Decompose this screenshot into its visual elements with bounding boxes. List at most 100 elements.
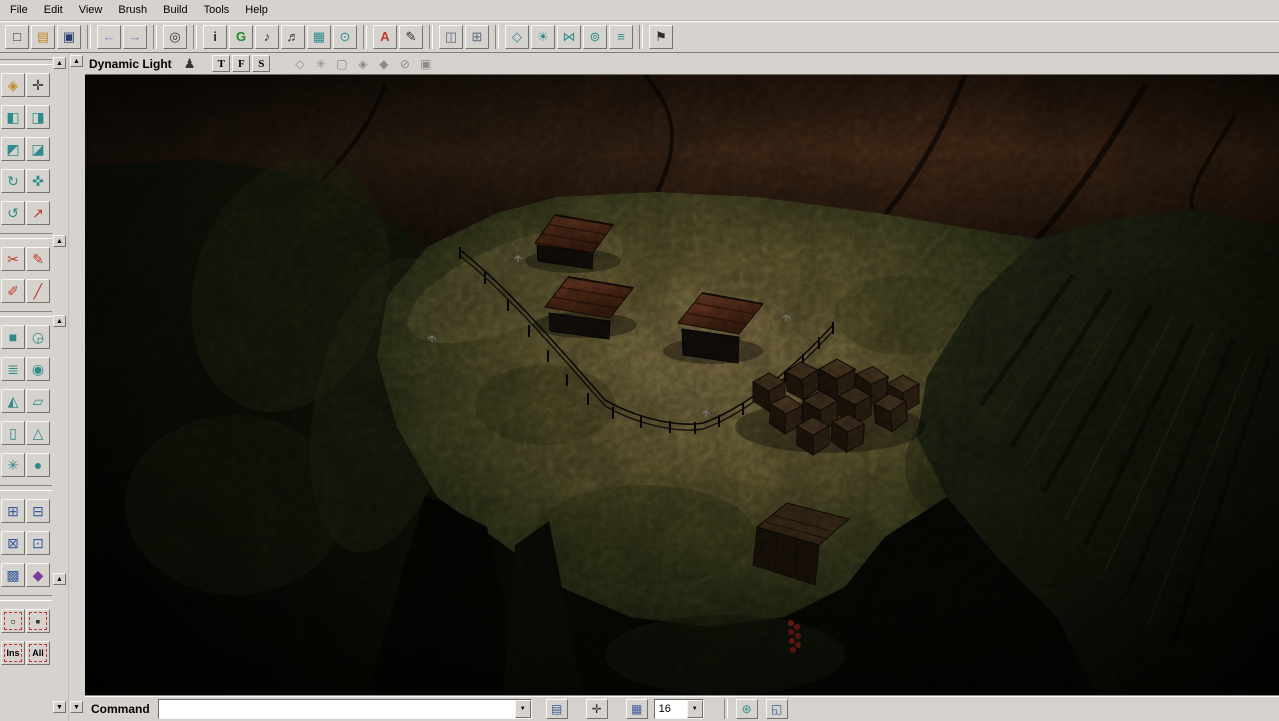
maximize-viewport-button[interactable]: ◱: [766, 699, 788, 719]
select-all-button[interactable]: All: [26, 641, 50, 665]
texture-rotate-button[interactable]: ↺: [1, 201, 25, 225]
group-collapse-button[interactable]: ▲: [53, 573, 66, 585]
measure-tool-button[interactable]: ╱: [26, 279, 50, 303]
left-toolbar: ◈✛◧◨◩◪↻✜↺↗✂✎✐ ╱ ■◶≣◉◭▱▯△✳●⊞⊟⊠⊡▩◆▫▪InsAll ▲…: [0, 53, 85, 721]
group-collapse-button[interactable]: ▲: [53, 315, 66, 327]
header-s-button[interactable]: S: [252, 55, 270, 72]
csg-intersect-button[interactable]: ⊠: [1, 531, 25, 555]
command-input[interactable]: [159, 700, 515, 718]
csg-add-button[interactable]: ⊞: [1, 499, 25, 523]
play-map-button[interactable]: ⚑: [649, 25, 673, 49]
menu-brush[interactable]: Brush: [110, 1, 155, 19]
vertex-editing-button[interactable]: ✛: [26, 73, 50, 97]
stair-builder-button[interactable]: ≣: [1, 357, 25, 381]
scroll-down-button[interactable]: ▼: [70, 701, 83, 713]
camera-movement-button[interactable]: ◈: [1, 73, 25, 97]
add-special-brush-button[interactable]: ▩: [1, 563, 25, 587]
menu-tools[interactable]: Tools: [196, 1, 238, 19]
script-editor-button[interactable]: ✎: [399, 25, 423, 49]
actor-icon: ♟: [184, 57, 196, 70]
viewport-floating-button[interactable]: ⊞: [465, 25, 489, 49]
undo-button[interactable]: ←: [97, 25, 121, 49]
bsp-mode-icon[interactable]: ◈: [352, 55, 373, 73]
drag-grid-button[interactable]: ▦: [626, 699, 648, 719]
3d-viewport-canvas[interactable]: [85, 75, 1279, 695]
spiral-stair-builder-button[interactable]: ◉: [26, 357, 50, 381]
brush-stretch-button[interactable]: ◪: [26, 137, 50, 161]
lighting-mode-icon[interactable]: ⊘: [394, 55, 415, 73]
face-drag-button[interactable]: ✐: [1, 279, 25, 303]
header-t-button[interactable]: T: [212, 55, 230, 72]
tool-group-separator: [0, 485, 52, 491]
build-options-button[interactable]: ⊚: [583, 25, 607, 49]
brush-snap-scale-button[interactable]: ◨: [26, 105, 50, 129]
volumetric-builder-button[interactable]: ✳: [1, 453, 25, 477]
open-map-button[interactable]: ▤: [31, 25, 55, 49]
sheet-builder-button[interactable]: ▱: [26, 389, 50, 413]
sphere-builder-button[interactable]: ●: [26, 453, 50, 477]
select-inside-button[interactable]: Ins: [1, 641, 25, 665]
realtime-mode-icon[interactable]: ▣: [415, 55, 436, 73]
search-actors-button[interactable]: ◎: [163, 25, 187, 49]
brush-scale-button[interactable]: ◧: [1, 105, 25, 129]
rotation-grid-button[interactable]: ⊛: [736, 699, 758, 719]
sound-browser-button[interactable]: ♬: [281, 25, 305, 49]
measure-tool-icon: ╱: [34, 284, 42, 298]
terrain-builder-button[interactable]: ◭: [1, 389, 25, 413]
menu-build[interactable]: Build: [155, 1, 195, 19]
toolbar-scrollbar[interactable]: ▲ ▼: [68, 53, 85, 721]
cylinder-builder-button[interactable]: ▯: [1, 421, 25, 445]
csg-subtract-button[interactable]: ⊟: [26, 499, 50, 523]
menu-item-label: Edit: [44, 4, 63, 16]
texture-browser-button[interactable]: ▦: [307, 25, 331, 49]
drag-grid-icon: ▦: [631, 703, 642, 715]
menu-edit[interactable]: Edit: [36, 1, 71, 19]
build-geometry-button[interactable]: ◇: [505, 25, 529, 49]
build-paths-button[interactable]: ⋈: [557, 25, 581, 49]
tool-group-separator: [0, 595, 52, 601]
mesh-browser-button[interactable]: ⊙: [333, 25, 357, 49]
command-dropdown-button[interactable]: ▼: [515, 700, 531, 718]
brush-shear-button[interactable]: ◩: [1, 137, 25, 161]
texture-pan-button[interactable]: ✜: [26, 169, 50, 193]
csg-deintersect-button[interactable]: ⊡: [26, 531, 50, 555]
cone-builder-button[interactable]: △: [26, 421, 50, 445]
new-map-button[interactable]: □: [5, 25, 29, 49]
build-lighting-button[interactable]: ☀: [531, 25, 555, 49]
snap-vertex-button[interactable]: ↗: [26, 201, 50, 225]
cube-builder-button[interactable]: ■: [1, 325, 25, 349]
actor-class-browser-button[interactable]: A: [373, 25, 397, 49]
group-expand-button[interactable]: ▼: [53, 701, 66, 713]
header-button-label: S: [258, 58, 264, 70]
grid-size-dropdown-button[interactable]: ▼: [687, 700, 703, 718]
redo-icon: →: [129, 30, 142, 43]
viewport-config-button[interactable]: ◫: [439, 25, 463, 49]
log-window-button[interactable]: ▤: [546, 699, 568, 719]
zones-mode-icon[interactable]: ✳: [310, 55, 331, 73]
texture-usage-mode-icon[interactable]: ▢: [331, 55, 352, 73]
camera-move-button[interactable]: ✛: [586, 699, 608, 719]
menu-file[interactable]: File: [2, 1, 36, 19]
group-collapse-button[interactable]: ▲: [53, 57, 66, 69]
header-f-button[interactable]: F: [232, 55, 250, 72]
brush-clipping-button[interactable]: ✂: [1, 247, 25, 271]
deselect-all-button[interactable]: ▫: [1, 609, 25, 633]
scroll-up-button[interactable]: ▲: [70, 55, 83, 67]
freehand-polygon-button[interactable]: ✎: [26, 247, 50, 271]
actor-properties-button[interactable]: i: [203, 25, 227, 49]
group-collapse-button[interactable]: ▲: [53, 235, 66, 247]
curved-stair-builder-button[interactable]: ◶: [26, 325, 50, 349]
menu-help[interactable]: Help: [237, 1, 276, 19]
redo-button[interactable]: →: [123, 25, 147, 49]
menu-view[interactable]: View: [71, 1, 111, 19]
invert-selection-button[interactable]: ▪: [26, 609, 50, 633]
collapse-arrow-icon: ▲: [56, 576, 63, 583]
add-mover-brush-button[interactable]: ◆: [26, 563, 50, 587]
music-browser-button[interactable]: ♪: [255, 25, 279, 49]
save-map-button[interactable]: ▣: [57, 25, 81, 49]
brush-rotate-button[interactable]: ↻: [1, 169, 25, 193]
wireframe-mode-icon[interactable]: ◇: [289, 55, 310, 73]
group-browser-button[interactable]: G: [229, 25, 253, 49]
build-all-button[interactable]: ≡: [609, 25, 633, 49]
textured-mode-icon[interactable]: ◆: [373, 55, 394, 73]
